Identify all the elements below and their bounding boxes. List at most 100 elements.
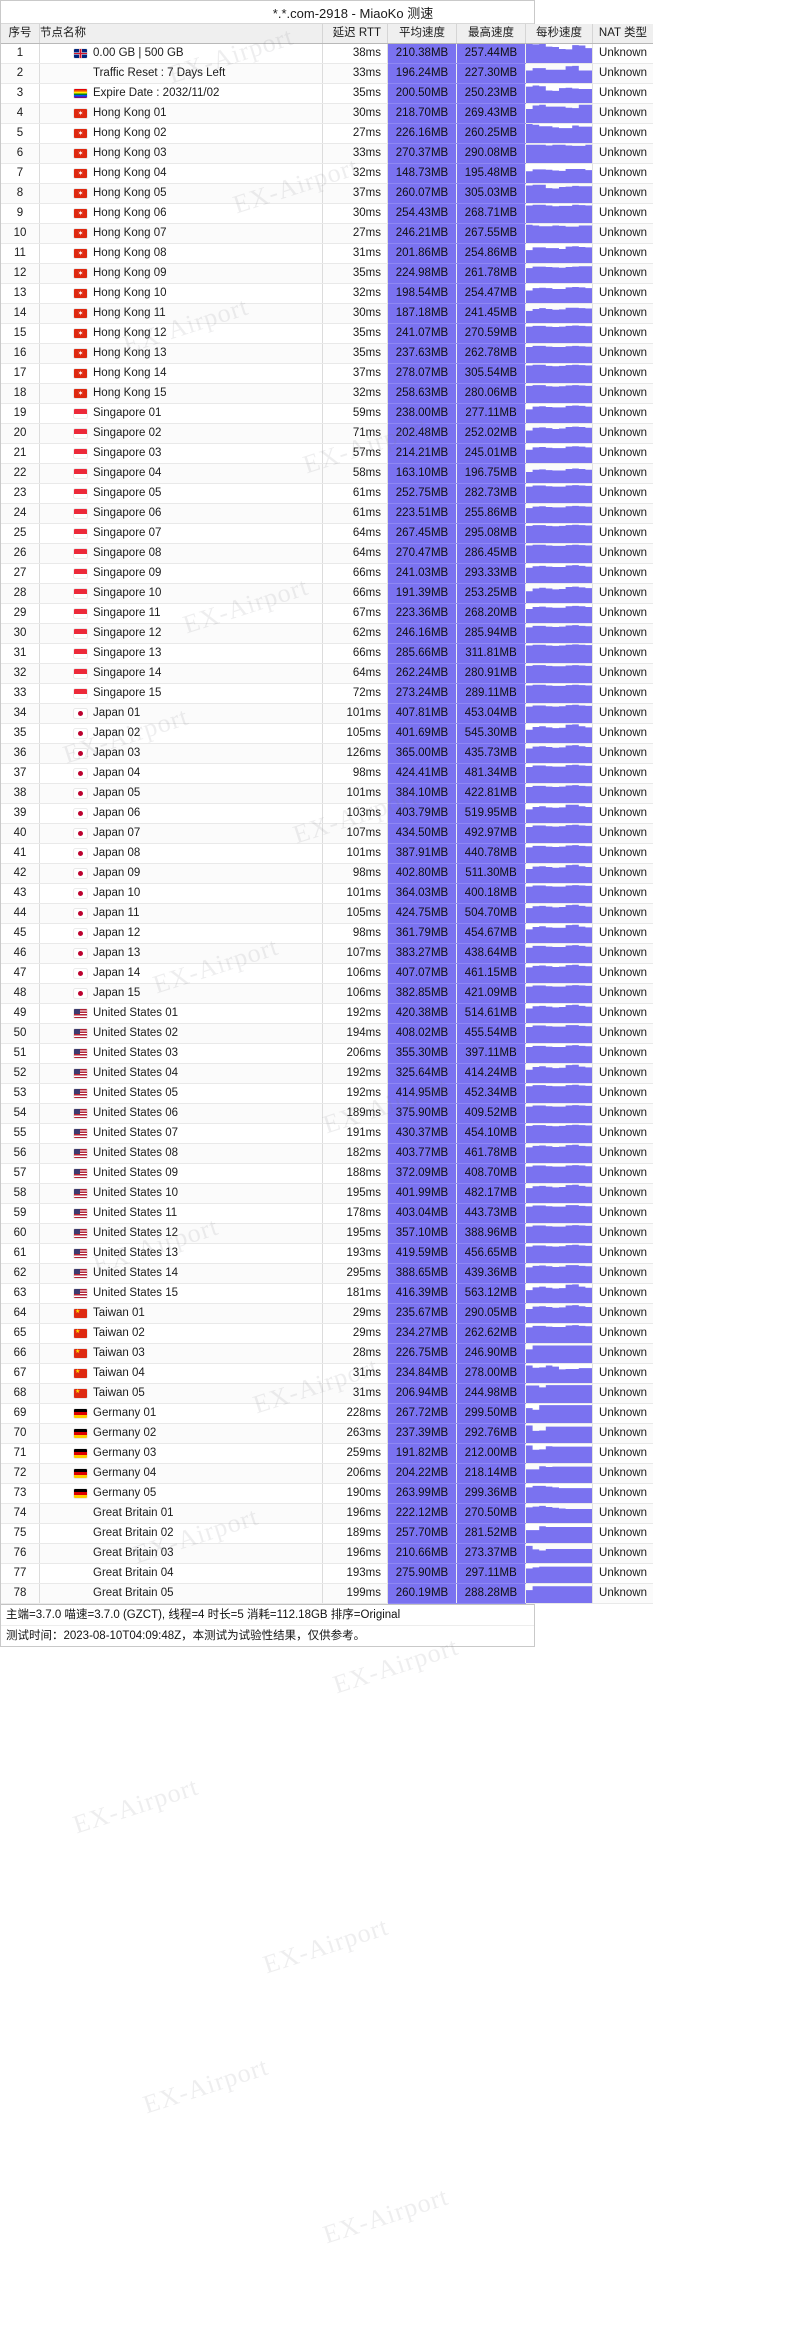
table-row[interactable]: 16Hong Kong 1335ms237.63MB262.78MBUnknow… (1, 344, 653, 364)
table-row[interactable]: 36Japan 03126ms365.00MB435.73MBUnknown (1, 744, 653, 764)
cell-avg-speed: 401.69MB (388, 724, 457, 744)
sparkline (526, 984, 592, 1003)
column-header-per-second-speed[interactable]: 每秒速度 (526, 24, 593, 44)
table-row[interactable]: 76Great Britain 03196ms210.66MB273.37MBU… (1, 1544, 653, 1564)
table-row[interactable]: 10.00 GB | 500 GB38ms210.38MB257.44MBUnk… (1, 44, 653, 64)
table-row[interactable]: 3Expire Date : 2032/11/0235ms200.50MB250… (1, 84, 653, 104)
column-header-avg-speed[interactable]: 平均速度 (388, 24, 457, 44)
table-row[interactable]: 39Japan 06103ms403.79MB519.95MBUnknown (1, 804, 653, 824)
table-row[interactable]: 38Japan 05101ms384.10MB422.81MBUnknown (1, 784, 653, 804)
table-row[interactable]: 57United States 09188ms372.09MB408.70MBU… (1, 1164, 653, 1184)
table-row[interactable]: 41Japan 08101ms387.91MB440.78MBUnknown (1, 844, 653, 864)
table-row[interactable]: 15Hong Kong 1235ms241.07MB270.59MBUnknow… (1, 324, 653, 344)
column-header-max-speed[interactable]: 最高速度 (457, 24, 526, 44)
table-row[interactable]: 44Japan 11105ms424.75MB504.70MBUnknown (1, 904, 653, 924)
table-row[interactable]: 69Germany 01228ms267.72MB299.50MBUnknown (1, 1404, 653, 1424)
table-row[interactable]: 5Hong Kong 0227ms226.16MB260.25MBUnknown (1, 124, 653, 144)
table-row[interactable]: 28Singapore 1066ms191.39MB253.25MBUnknow… (1, 584, 653, 604)
cell-sparkline (526, 1164, 593, 1184)
table-row[interactable]: 21Singapore 0357ms214.21MB245.01MBUnknow… (1, 444, 653, 464)
table-row[interactable]: 24Singapore 0661ms223.51MB255.86MBUnknow… (1, 504, 653, 524)
table-row[interactable]: 35Japan 02105ms401.69MB545.30MBUnknown (1, 724, 653, 744)
table-row[interactable]: 78Great Britain 05199ms260.19MB288.28MBU… (1, 1584, 653, 1604)
sparkline (526, 1124, 592, 1143)
table-row[interactable]: 9Hong Kong 0630ms254.43MB268.71MBUnknown (1, 204, 653, 224)
node-name-wrap: Japan 14 (40, 964, 322, 983)
table-row[interactable]: 72Germany 04206ms204.22MB218.14MBUnknown (1, 1464, 653, 1484)
table-row[interactable]: 58United States 10195ms401.99MB482.17MBU… (1, 1184, 653, 1204)
table-row[interactable]: 65Taiwan 0229ms234.27MB262.62MBUnknown (1, 1324, 653, 1344)
table-row[interactable]: 32Singapore 1464ms262.24MB280.91MBUnknow… (1, 664, 653, 684)
table-row[interactable]: 46Japan 13107ms383.27MB438.64MBUnknown (1, 944, 653, 964)
cell-avg-speed: 187.18MB (388, 304, 457, 324)
flag-icon-rainbow (74, 89, 87, 98)
table-row[interactable]: 75Great Britain 02189ms257.70MB281.52MBU… (1, 1524, 653, 1544)
table-row[interactable]: 45Japan 1298ms361.79MB454.67MBUnknown (1, 924, 653, 944)
table-row[interactable]: 74Great Britain 01196ms222.12MB270.50MBU… (1, 1504, 653, 1524)
table-row[interactable]: 43Japan 10101ms364.03MB400.18MBUnknown (1, 884, 653, 904)
table-row[interactable]: 31Singapore 1366ms285.66MB311.81MBUnknow… (1, 644, 653, 664)
table-row[interactable]: 30Singapore 1262ms246.16MB285.94MBUnknow… (1, 624, 653, 644)
cell-index: 42 (1, 864, 40, 884)
table-row[interactable]: 37Japan 0498ms424.41MB481.34MBUnknown (1, 764, 653, 784)
node-name-wrap: Singapore 06 (40, 504, 322, 523)
table-row[interactable]: 67Taiwan 0431ms234.84MB278.00MBUnknown (1, 1364, 653, 1384)
table-row[interactable]: 14Hong Kong 1130ms187.18MB241.45MBUnknow… (1, 304, 653, 324)
table-row[interactable]: 25Singapore 0764ms267.45MB295.08MBUnknow… (1, 524, 653, 544)
table-row[interactable]: 77Great Britain 04193ms275.90MB297.11MBU… (1, 1564, 653, 1584)
table-row[interactable]: 42Japan 0998ms402.80MB511.30MBUnknown (1, 864, 653, 884)
node-name-label: Hong Kong 02 (93, 124, 167, 143)
table-row[interactable]: 48Japan 15106ms382.85MB421.09MBUnknown (1, 984, 653, 1004)
table-row[interactable]: 23Singapore 0561ms252.75MB282.73MBUnknow… (1, 484, 653, 504)
table-row[interactable]: 7Hong Kong 0432ms148.73MB195.48MBUnknown (1, 164, 653, 184)
table-row[interactable]: 10Hong Kong 0727ms246.21MB267.55MBUnknow… (1, 224, 653, 244)
table-row[interactable]: 62United States 14295ms388.65MB439.36MBU… (1, 1264, 653, 1284)
table-row[interactable]: 6Hong Kong 0333ms270.37MB290.08MBUnknown (1, 144, 653, 164)
table-row[interactable]: 19Singapore 0159ms238.00MB277.11MBUnknow… (1, 404, 653, 424)
table-row[interactable]: 66Taiwan 0328ms226.75MB246.90MBUnknown (1, 1344, 653, 1364)
table-row[interactable]: 61United States 13193ms419.59MB456.65MBU… (1, 1244, 653, 1264)
table-row[interactable]: 71Germany 03259ms191.82MB212.00MBUnknown (1, 1444, 653, 1464)
table-row[interactable]: 4Hong Kong 0130ms218.70MB269.43MBUnknown (1, 104, 653, 124)
table-row[interactable]: 56United States 08182ms403.77MB461.78MBU… (1, 1144, 653, 1164)
cell-rtt: 98ms (323, 864, 388, 884)
column-header-nat-type[interactable]: NAT 类型 (593, 24, 654, 44)
table-row[interactable]: 73Germany 05190ms263.99MB299.36MBUnknown (1, 1484, 653, 1504)
table-row[interactable]: 27Singapore 0966ms241.03MB293.33MBUnknow… (1, 564, 653, 584)
table-row[interactable]: 63United States 15181ms416.39MB563.12MBU… (1, 1284, 653, 1304)
table-row[interactable]: 18Hong Kong 1532ms258.63MB280.06MBUnknow… (1, 384, 653, 404)
table-row[interactable]: 52United States 04192ms325.64MB414.24MBU… (1, 1064, 653, 1084)
column-header-name[interactable]: 节点名称 (40, 24, 323, 44)
cell-sparkline (526, 1304, 593, 1324)
table-row[interactable]: 59United States 11178ms403.04MB443.73MBU… (1, 1204, 653, 1224)
table-row[interactable]: 2Traffic Reset : 7 Days Left33ms196.24MB… (1, 64, 653, 84)
table-row[interactable]: 20Singapore 0271ms202.48MB252.02MBUnknow… (1, 424, 653, 444)
table-row[interactable]: 51United States 03206ms355.30MB397.11MBU… (1, 1044, 653, 1064)
table-row[interactable]: 54United States 06189ms375.90MB409.52MBU… (1, 1104, 653, 1124)
table-row[interactable]: 34Japan 01101ms407.81MB453.04MBUnknown (1, 704, 653, 724)
table-row[interactable]: 8Hong Kong 0537ms260.07MB305.03MBUnknown (1, 184, 653, 204)
table-row[interactable]: 47Japan 14106ms407.07MB461.15MBUnknown (1, 964, 653, 984)
flag-icon-hk (74, 249, 87, 258)
table-row[interactable]: 60United States 12195ms357.10MB388.96MBU… (1, 1224, 653, 1244)
table-row[interactable]: 11Hong Kong 0831ms201.86MB254.86MBUnknow… (1, 244, 653, 264)
table-row[interactable]: 50United States 02194ms408.02MB455.54MBU… (1, 1024, 653, 1044)
column-header-index[interactable]: 序号 (1, 24, 40, 44)
table-row[interactable]: 40Japan 07107ms434.50MB492.97MBUnknown (1, 824, 653, 844)
table-row[interactable]: 55United States 07191ms430.37MB454.10MBU… (1, 1124, 653, 1144)
table-row[interactable]: 29Singapore 1167ms223.36MB268.20MBUnknow… (1, 604, 653, 624)
table-row[interactable]: 12Hong Kong 0935ms224.98MB261.78MBUnknow… (1, 264, 653, 284)
cell-node-name: Singapore 01 (40, 404, 323, 424)
table-row[interactable]: 22Singapore 0458ms163.10MB196.75MBUnknow… (1, 464, 653, 484)
table-row[interactable]: 53United States 05192ms414.95MB452.34MBU… (1, 1084, 653, 1104)
column-header-rtt[interactable]: 延迟 RTT (323, 24, 388, 44)
table-row[interactable]: 33Singapore 1572ms273.24MB289.11MBUnknow… (1, 684, 653, 704)
table-row[interactable]: 68Taiwan 0531ms206.94MB244.98MBUnknown (1, 1384, 653, 1404)
table-row[interactable]: 70Germany 02263ms237.39MB292.76MBUnknown (1, 1424, 653, 1444)
cell-max-speed: 278.00MB (457, 1364, 526, 1384)
table-row[interactable]: 64Taiwan 0129ms235.67MB290.05MBUnknown (1, 1304, 653, 1324)
table-row[interactable]: 49United States 01192ms420.38MB514.61MBU… (1, 1004, 653, 1024)
table-row[interactable]: 17Hong Kong 1437ms278.07MB305.54MBUnknow… (1, 364, 653, 384)
table-row[interactable]: 13Hong Kong 1032ms198.54MB254.47MBUnknow… (1, 284, 653, 304)
table-row[interactable]: 26Singapore 0864ms270.47MB286.45MBUnknow… (1, 544, 653, 564)
